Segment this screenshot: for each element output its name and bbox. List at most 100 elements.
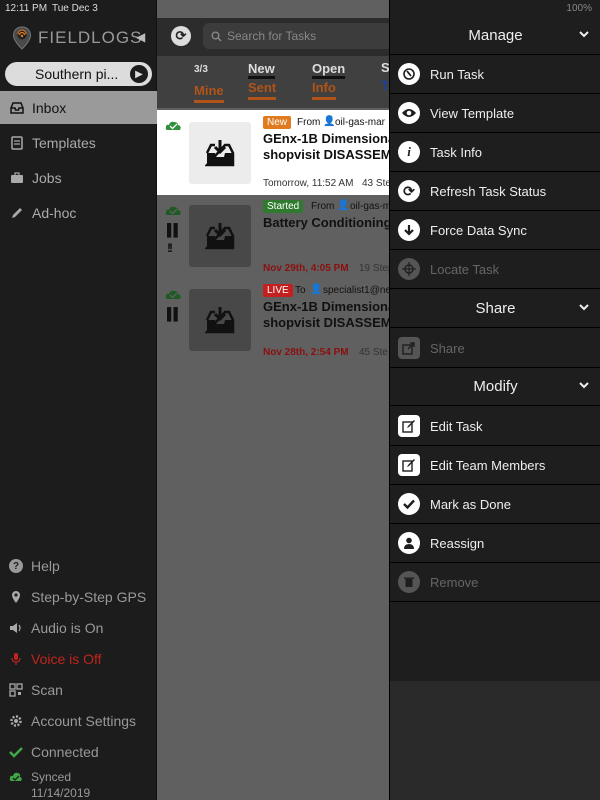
pause-icon: ▌▌ xyxy=(167,307,182,321)
task-title: GEnx-1B Dimensional xyxy=(263,299,399,314)
search-icon xyxy=(211,31,222,42)
cloud-check-icon xyxy=(9,772,22,781)
scan-button[interactable]: Scan xyxy=(0,676,157,704)
edit-team-members-button[interactable]: Edit Team Members xyxy=(390,446,600,485)
force-data-sync-button[interactable]: Force Data Sync xyxy=(390,211,600,250)
task-thumbnail xyxy=(189,122,251,184)
edit-task-button[interactable]: Edit Task xyxy=(390,407,600,446)
menu-label: Edit Task xyxy=(430,418,483,434)
task-time: Tomorrow, 11:52 AM xyxy=(263,178,354,189)
location-label: Southern pi... xyxy=(35,66,119,82)
view-template-button[interactable]: View Template xyxy=(390,94,600,133)
microphone-icon xyxy=(11,653,21,665)
refresh-icon: ⟳ xyxy=(398,180,420,202)
check-icon xyxy=(9,747,23,758)
task-time: Nov 29th, 4:05 PM xyxy=(263,263,349,274)
user-icon: 👤 xyxy=(310,284,323,295)
search-placeholder: Search for Tasks xyxy=(227,29,317,43)
briefcase-icon xyxy=(11,171,23,183)
section-title: Manage xyxy=(468,27,523,44)
audio-toggle[interactable]: Audio is On xyxy=(0,614,157,642)
section-header-share[interactable]: Share xyxy=(390,290,600,328)
sidebar-item-adhoc[interactable]: Ad-hoc xyxy=(0,196,157,229)
task-thumbnail xyxy=(189,205,251,267)
filter-new-sent[interactable]: New Sent xyxy=(248,60,277,100)
sidebar-item-label: Inbox xyxy=(32,99,67,116)
gps-toggle[interactable]: Step-by-Step GPS xyxy=(0,583,157,611)
task-info-button[interactable]: i Task Info xyxy=(390,133,600,172)
share-button[interactable]: Share xyxy=(390,329,600,368)
share-icon xyxy=(398,337,420,359)
edit-icon xyxy=(398,415,420,437)
run-task-button[interactable]: Run Task xyxy=(390,55,600,94)
filter-mine[interactable]: 3/3 Mine xyxy=(194,60,224,103)
menu-label: Force Data Sync xyxy=(430,222,527,238)
task-steps: 45 Ste xyxy=(359,347,388,358)
crosshair-icon xyxy=(398,258,420,280)
user-icon xyxy=(398,532,420,554)
chevron-down-icon xyxy=(579,304,589,311)
cloud-check-icon xyxy=(165,290,181,299)
sidebar-item-inbox[interactable]: Inbox xyxy=(0,91,157,124)
task-title-line2: shopvisit DISASSEME xyxy=(263,315,401,330)
collapse-sidebar-icon[interactable]: ◀ xyxy=(136,30,145,44)
inbox-download-icon xyxy=(205,223,235,250)
status-badge: New xyxy=(263,116,292,129)
menu-label: View Template xyxy=(430,105,515,121)
account-settings-link[interactable]: Account Settings xyxy=(0,707,157,735)
section-header-modify[interactable]: Modify xyxy=(390,368,600,406)
help-link[interactable]: ? Help xyxy=(0,552,157,580)
connection-status: Connected xyxy=(0,738,157,766)
task-actions-panel: Manage Run Task View Template i Task Inf… xyxy=(389,0,600,800)
search-input[interactable]: Search for Tasks xyxy=(203,23,403,49)
sidebar-item-label: Jobs xyxy=(32,169,62,186)
section-header-manage[interactable]: Manage xyxy=(390,17,600,55)
locate-task-button[interactable]: Locate Task xyxy=(390,250,600,289)
filter-mine-label: Mine xyxy=(194,83,224,103)
inbox-icon xyxy=(10,101,24,114)
run-icon xyxy=(398,63,420,85)
refresh-task-status-button[interactable]: ⟳ Refresh Task Status xyxy=(390,172,600,211)
eye-icon xyxy=(398,102,420,124)
task-thumbnail xyxy=(189,289,251,351)
filter-sent-label: Sent xyxy=(248,80,277,100)
status-badge: Started xyxy=(263,200,304,213)
section-title: Modify xyxy=(473,378,518,395)
inbox-download-icon xyxy=(205,140,235,167)
reassign-button[interactable]: Reassign xyxy=(390,524,600,563)
status-badge: LIVE xyxy=(263,284,293,297)
sidebar-item-label: Templates xyxy=(32,134,96,151)
task-title-line2: shopvisit DISASSEMB xyxy=(263,147,401,162)
sidebar-item-templates[interactable]: Templates xyxy=(0,126,157,159)
remove-button[interactable]: Remove xyxy=(390,563,600,602)
synced-label: Synced xyxy=(31,770,72,784)
panel-empty-area xyxy=(390,681,600,800)
speaker-icon xyxy=(10,623,21,633)
mark-as-done-button[interactable]: Mark as Done xyxy=(390,485,600,524)
task-title: GEnx-1B Dimensional xyxy=(263,131,399,146)
pencil-icon xyxy=(12,207,22,218)
download-arrow-icon xyxy=(398,219,420,241)
app-screen: 12:11 PM Tue Dec 3 100% FIELDLOGS ◀ Sout… xyxy=(0,0,600,800)
filter-open-info[interactable]: Open Info xyxy=(312,60,346,100)
cloud-check-icon xyxy=(165,121,181,130)
sidebar-item-jobs[interactable]: Jobs xyxy=(0,161,157,194)
chevron-right-icon: ▶ xyxy=(130,65,148,83)
gps-label: Step-by-Step GPS xyxy=(31,589,147,605)
refresh-button[interactable]: ⟳ xyxy=(171,26,191,46)
filter-mine-count: 3/3 xyxy=(194,64,208,75)
task-direction: To xyxy=(295,285,306,296)
status-date: Tue Dec 3 xyxy=(52,3,98,14)
account-settings-label: Account Settings xyxy=(31,713,137,729)
location-selector[interactable]: Southern pi... ▶ xyxy=(5,62,152,86)
user-icon: 👤 xyxy=(337,200,350,211)
refresh-icon: ⟳ xyxy=(175,28,187,43)
task-user: specialist1@ne xyxy=(323,285,391,296)
help-label: Help xyxy=(31,558,60,574)
menu-label: Locate Task xyxy=(430,261,500,277)
gear-icon xyxy=(10,715,22,727)
voice-toggle[interactable]: Voice is Off xyxy=(0,645,157,673)
battery-level: 100% xyxy=(566,3,592,14)
menu-label: Refresh Task Status xyxy=(430,183,547,199)
gps-pin-icon xyxy=(12,591,20,603)
